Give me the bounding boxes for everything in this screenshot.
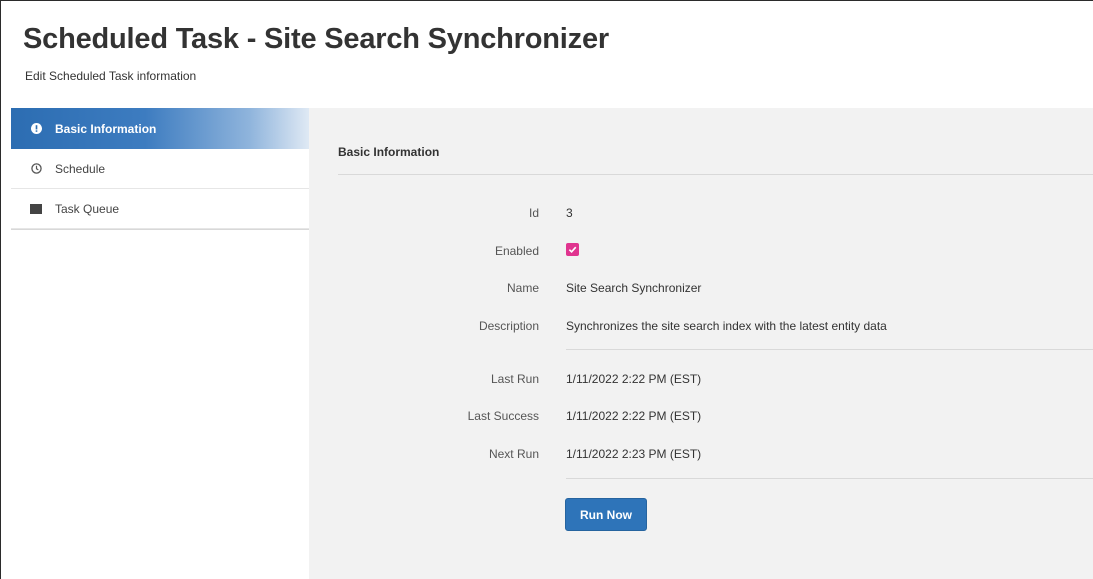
field-row-next-run: Next Run 1/11/2022 2:23 PM (EST)	[309, 447, 1093, 467]
sidebar-item-schedule[interactable]: Schedule	[11, 149, 309, 189]
field-row-enabled: Enabled	[309, 243, 1093, 264]
info-circle-icon	[29, 122, 43, 136]
last-success-label: Last Success	[467, 409, 539, 423]
next-run-label: Next Run	[488, 447, 539, 461]
last-success-value: 1/11/2022 2:22 PM (EST)	[566, 409, 702, 423]
checkmark-icon	[568, 246, 577, 254]
clock-icon	[29, 162, 43, 176]
next-run-value: 1/11/2022 2:23 PM (EST)	[566, 447, 702, 461]
field-row-id: Id 3	[309, 206, 1093, 226]
section-title: Basic Information	[338, 145, 440, 159]
field-row-last-success: Last Success 1/11/2022 2:22 PM (EST)	[309, 409, 1093, 429]
sidebar-item-label: Schedule	[55, 161, 106, 176]
divider	[566, 349, 1093, 350]
field-row-name: Name Site Search Synchronizer	[309, 281, 1093, 301]
name-label: Name	[506, 281, 539, 295]
list-icon	[29, 202, 43, 216]
enabled-label: Enabled	[494, 244, 539, 258]
section-divider	[338, 174, 1093, 175]
id-label: Id	[528, 206, 539, 220]
page-title: Scheduled Task - Site Search Synchronize…	[23, 23, 609, 55]
page-subtitle: Edit Scheduled Task information	[25, 69, 197, 83]
enabled-checkbox[interactable]	[566, 243, 579, 256]
sidebar-nav: Basic Information Schedule Task Queue	[11, 108, 309, 230]
name-value: Site Search Synchronizer	[566, 281, 702, 295]
last-run-value: 1/11/2022 2:22 PM (EST)	[566, 372, 702, 386]
description-label: Description	[478, 319, 539, 333]
last-run-label: Last Run	[490, 372, 539, 386]
run-now-button[interactable]: Run Now	[565, 498, 647, 531]
field-row-description: Description Synchronizes the site search…	[309, 319, 1093, 339]
sidebar-item-label: Task Queue	[55, 201, 120, 216]
sidebar-item-label: Basic Information	[55, 121, 157, 136]
field-row-last-run: Last Run 1/11/2022 2:22 PM (EST)	[309, 372, 1093, 392]
sidebar-item-basic-information[interactable]: Basic Information	[11, 108, 309, 149]
id-value: 3	[566, 206, 573, 220]
divider	[566, 478, 1093, 479]
description-value: Synchronizes the site search index with …	[566, 319, 887, 333]
page: Scheduled Task - Site Search Synchronize…	[0, 0, 1093, 579]
main-panel: Basic Information Id 3 Enabled Name Site…	[309, 108, 1093, 579]
page-header: Scheduled Task - Site Search Synchronize…	[1, 1, 1093, 107]
sidebar-item-task-queue[interactable]: Task Queue	[11, 189, 309, 229]
